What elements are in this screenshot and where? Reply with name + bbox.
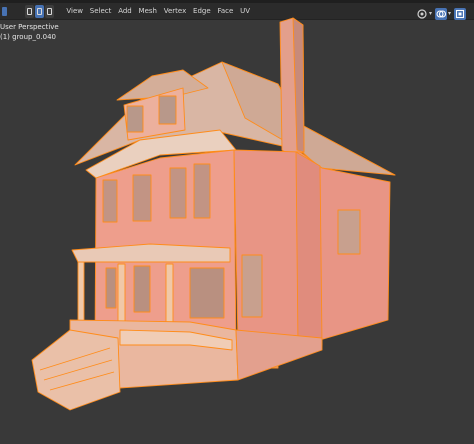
side-window-upper xyxy=(337,209,361,255)
side-bay xyxy=(295,151,323,346)
dormer-window-left xyxy=(126,105,144,133)
side-window-lower xyxy=(241,254,263,318)
upper-window-1 xyxy=(102,179,118,223)
upper-window-2 xyxy=(132,174,152,222)
foundation xyxy=(235,329,323,381)
3d-viewport-canvas[interactable] xyxy=(0,0,474,444)
front-stairs xyxy=(31,329,121,411)
lower-window-2 xyxy=(133,265,151,313)
upper-window-3 xyxy=(169,167,187,219)
upper-window-4 xyxy=(193,163,211,219)
lower-window-1 xyxy=(105,267,117,309)
dormer-window-right xyxy=(158,95,177,125)
house-model xyxy=(31,17,396,411)
lower-window-3 xyxy=(189,267,225,319)
porch-column-2 xyxy=(117,263,126,327)
porch-column-1 xyxy=(77,261,85,329)
